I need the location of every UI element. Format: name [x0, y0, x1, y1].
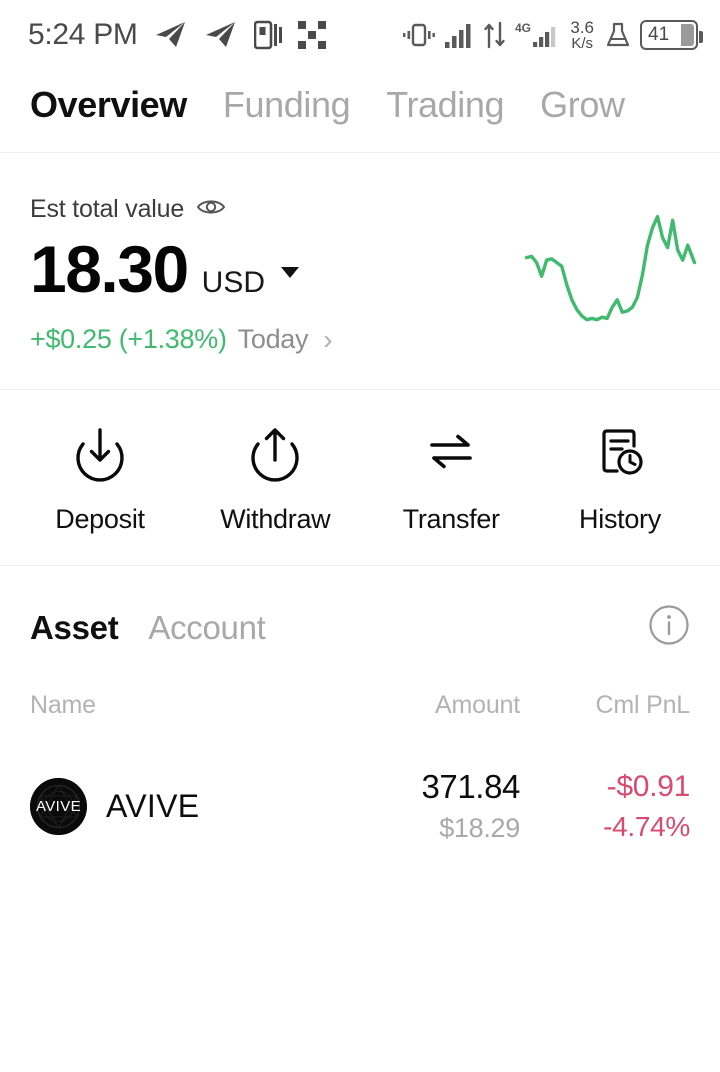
table-header-row: Name Amount Cml PnL — [30, 691, 690, 720]
lab-flask-icon — [605, 21, 631, 49]
withdraw-label: Withdraw — [220, 504, 331, 534]
transfer-label: Transfer — [402, 504, 500, 534]
chevron-right-icon[interactable]: › — [323, 325, 332, 354]
tab-trading[interactable]: Trading — [386, 84, 504, 126]
transfer-arrows-icon — [422, 424, 480, 487]
upload-circle-icon — [246, 424, 304, 487]
status-bar-left: 5:24 PM — [28, 18, 402, 52]
asset-name-cell: AVIVE AVIVE — [30, 777, 360, 835]
data-rate-unit: K/s — [571, 35, 594, 52]
table-row[interactable]: AVIVE AVIVE 371.84 $18.29 -$0.91 -4.74% — [30, 768, 690, 844]
asset-tab-bar: Asset Account — [30, 604, 690, 651]
download-circle-icon — [71, 424, 129, 487]
battery-indicator: 41 — [640, 20, 703, 50]
tab-account[interactable]: Account — [148, 609, 265, 647]
asset-pnl-percent: -4.74% — [603, 810, 690, 842]
tab-overview[interactable]: Overview — [30, 84, 187, 126]
tab-grow[interactable]: Grow — [540, 84, 625, 126]
balance-change-period: Today — [237, 324, 309, 354]
parallel-space-icon — [253, 20, 282, 50]
vibrate-icon — [402, 21, 436, 49]
telegram-icon — [204, 20, 238, 50]
document-clock-icon — [591, 424, 649, 487]
avive-logo-text: AVIVE — [35, 797, 82, 815]
chevron-down-icon[interactable] — [281, 266, 300, 278]
column-header-pnl: Cml PnL — [595, 691, 691, 719]
signal-4g-icon: 4G — [515, 21, 559, 49]
balance-amount: 18.30 — [30, 232, 189, 306]
balance-change-value: +$0.25 (+1.38%) — [30, 324, 227, 354]
top-tab-bar: Overview Funding Trading Grow — [0, 70, 720, 153]
balance-section: Est total value 18.30 USD +$0.25 (+1.38%… — [0, 153, 720, 390]
asset-pnl-cell: -$0.91 -4.74% — [520, 770, 690, 843]
status-bar-right: 4G 3.6 K/s 41 — [402, 19, 703, 51]
asset-amount: 371.84 — [421, 768, 520, 805]
battery-level: 41 — [648, 24, 670, 45]
info-circle-icon[interactable] — [648, 604, 690, 651]
asset-amount-cell: 371.84 $18.29 — [360, 768, 520, 844]
deposit-button[interactable]: Deposit — [52, 424, 148, 535]
signal-bars-icon — [445, 22, 475, 48]
data-transfer-icon — [484, 21, 506, 49]
column-header-name: Name — [30, 691, 96, 719]
tab-asset[interactable]: Asset — [30, 609, 119, 647]
telegram-icon — [154, 20, 188, 50]
balance-currency[interactable]: USD — [202, 266, 265, 300]
action-button-row: Deposit Withdraw Transfer History — [0, 390, 720, 566]
column-header-amount: Amount — [435, 691, 520, 719]
asset-symbol: AVIVE — [106, 787, 200, 824]
est-total-value-label: Est total value — [30, 195, 185, 223]
data-rate: 3.6 K/s — [570, 19, 594, 51]
qr-dots-icon — [297, 21, 326, 49]
battery-fill — [681, 24, 694, 46]
eye-icon[interactable] — [196, 197, 226, 222]
deposit-label: Deposit — [55, 504, 145, 534]
status-bar: 5:24 PM 4G 3.6 K/s 41 — [0, 0, 720, 70]
tab-funding[interactable]: Funding — [223, 84, 351, 126]
asset-section: Asset Account Name Amount Cml PnL AVIVE … — [0, 566, 720, 844]
balance-sparkline-chart — [523, 205, 698, 340]
history-button[interactable]: History — [572, 424, 668, 535]
svg-text:4G: 4G — [515, 21, 531, 35]
withdraw-button[interactable]: Withdraw — [220, 424, 331, 535]
asset-amount-usd: $18.29 — [439, 813, 520, 843]
asset-pnl-value: -$0.91 — [606, 769, 691, 803]
transfer-button[interactable]: Transfer — [403, 424, 500, 535]
history-label: History — [579, 504, 661, 534]
data-rate-value: 3.6 — [570, 18, 594, 37]
asset-table: Name Amount Cml PnL AVIVE AVIVE 371.84 $… — [30, 691, 690, 844]
avive-coin-logo-icon: AVIVE — [30, 777, 87, 835]
status-time: 5:24 PM — [28, 18, 138, 51]
